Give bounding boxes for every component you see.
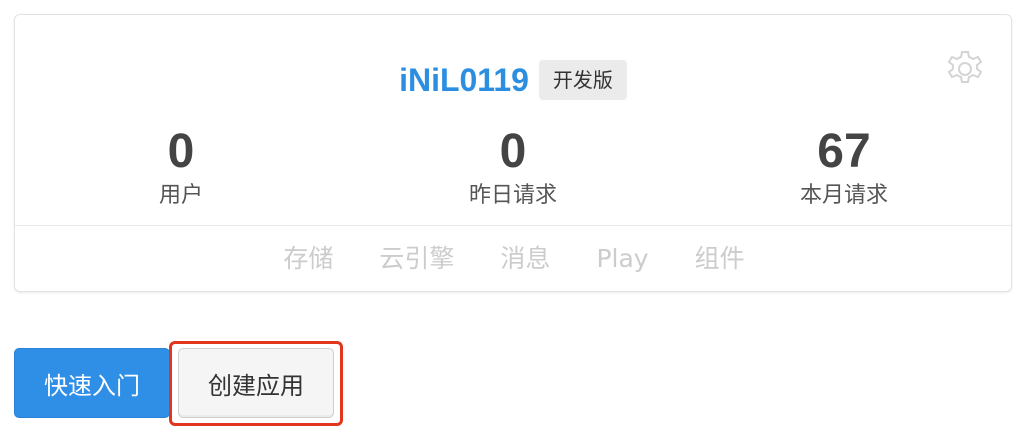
app-name-link[interactable]: iNiL0119 bbox=[399, 55, 529, 105]
stat-users: 0 用户 bbox=[81, 125, 281, 211]
stats-row: 0 用户 0 昨日请求 67 本月请求 bbox=[15, 125, 1011, 215]
stat-label: 用户 bbox=[158, 183, 203, 208]
edition-badge: 开发版 bbox=[538, 60, 627, 100]
quick-start-button[interactable]: 快速入门 bbox=[14, 348, 170, 418]
app-card: iNiL0119 开发版 0 用户 0 昨日请求 67 本月请求 存储 云引擎 … bbox=[14, 14, 1013, 292]
stat-month-requests: 67 本月请求 bbox=[744, 125, 944, 211]
app-nav-tabs: 存储 云引擎 消息 Play 组件 bbox=[15, 225, 1013, 291]
gear-icon[interactable] bbox=[945, 49, 985, 89]
stat-yesterday-requests: 0 昨日请求 bbox=[413, 125, 613, 211]
tab-cloud-engine[interactable]: 云引擎 bbox=[379, 242, 454, 276]
create-app-button[interactable]: 创建应用 bbox=[178, 348, 334, 418]
stat-label: 本月请求 bbox=[799, 183, 888, 208]
stat-value: 0 bbox=[167, 125, 195, 178]
stat-value: 67 bbox=[817, 125, 871, 178]
stat-value: 0 bbox=[499, 125, 527, 178]
tab-play[interactable]: Play bbox=[596, 242, 648, 276]
app-header: iNiL0119 开发版 bbox=[15, 55, 1011, 105]
stat-label: 昨日请求 bbox=[468, 183, 557, 208]
tab-storage[interactable]: 存储 bbox=[283, 242, 333, 276]
tab-messages[interactable]: 消息 bbox=[500, 242, 550, 276]
tab-components[interactable]: 组件 bbox=[695, 242, 745, 276]
